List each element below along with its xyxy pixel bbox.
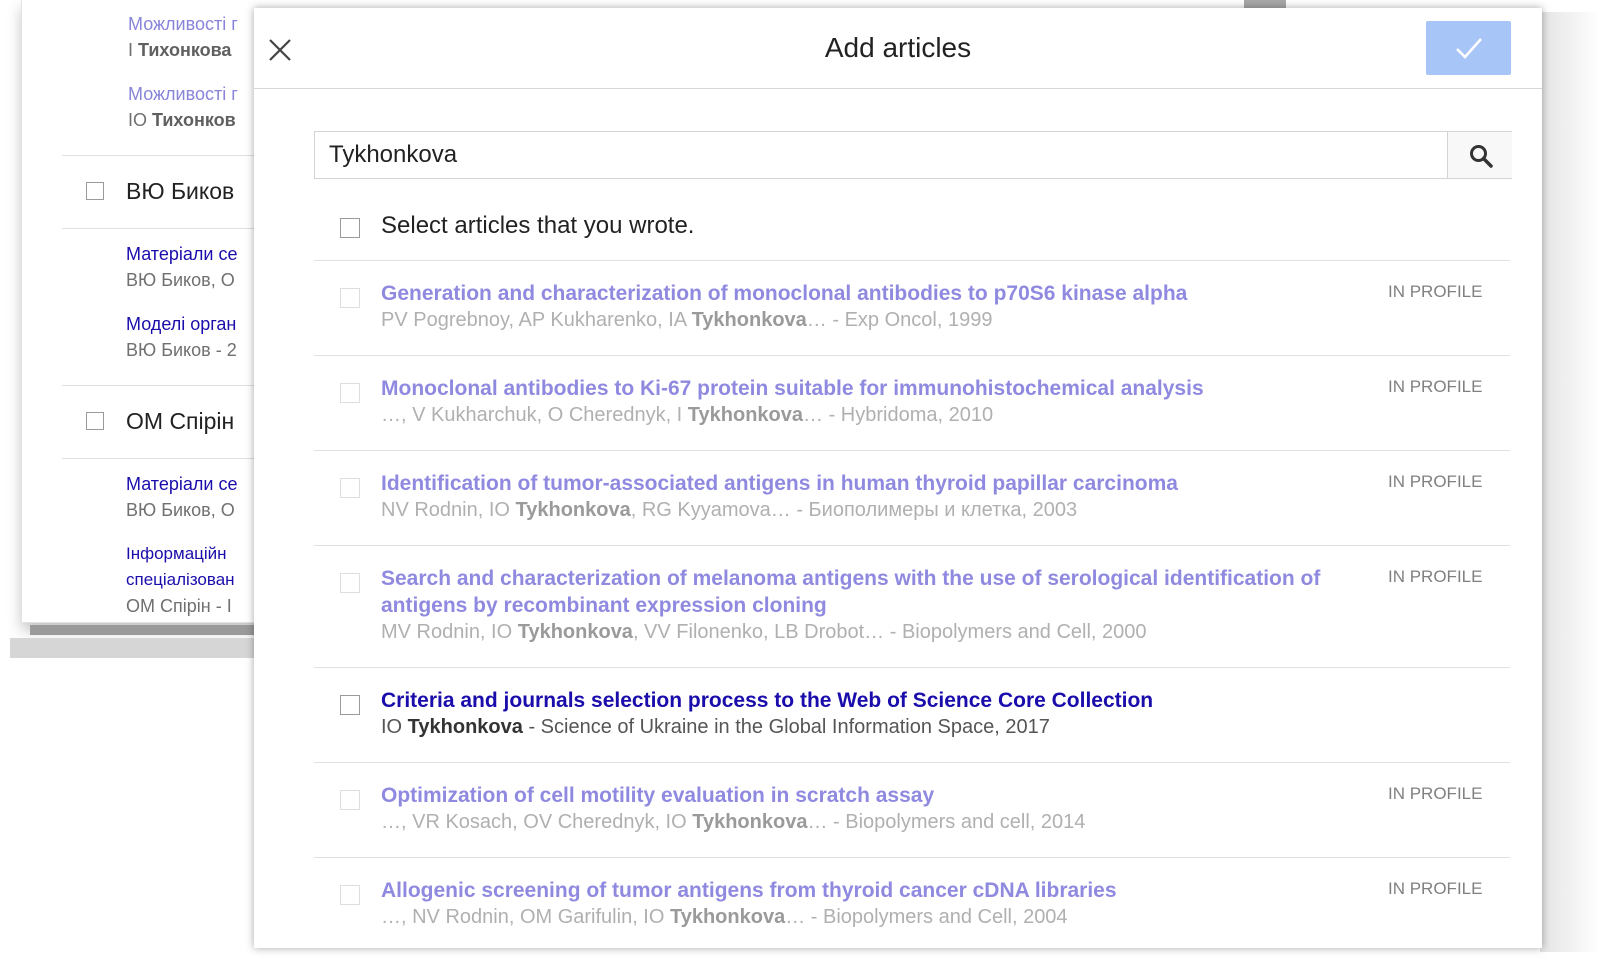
article-title[interactable]: Criteria and journals selection process … — [381, 687, 1371, 714]
in-profile-badge: IN PROFILE — [1388, 472, 1483, 491]
article-authors: NV Rodnin, IO Tykhonkova, RG Kyyamova… -… — [381, 499, 1078, 521]
in-profile-badge: IN PROFILE — [1388, 377, 1483, 396]
article-row: Allogenic screening of tumor antigens fr… — [314, 858, 1510, 948]
bg-author-group: ОМ Спірін — [62, 385, 262, 459]
bg-author-group: ВЮ Биков — [62, 155, 262, 229]
article-checkbox[interactable] — [340, 885, 360, 905]
article-title[interactable]: Allogenic screening of tumor antigens fr… — [381, 877, 1371, 904]
in-profile-badge: IN PROFILE — [1388, 784, 1483, 803]
search-button[interactable] — [1447, 132, 1512, 178]
bg-article-title[interactable]: Матеріали се — [126, 244, 237, 265]
article-row: Generation and characterization of monoc… — [314, 261, 1510, 356]
article-row: Criteria and journals selection process … — [314, 668, 1510, 763]
in-profile-badge: IN PROFILE — [1388, 282, 1483, 301]
article-authors: MV Rodnin, IO Tykhonkova, VV Filonenko, … — [381, 621, 1147, 643]
bg-article-title[interactable]: Моделі орган — [126, 314, 236, 335]
bg-article-authors: ІО Тихонков — [128, 110, 236, 130]
bg-article-title[interactable]: Можливості г — [128, 84, 238, 105]
select-all-row: Select articles that you wrote. — [314, 204, 1510, 261]
bg-article-title[interactable]: спеціалізован — [126, 570, 235, 590]
search-box — [314, 131, 1512, 179]
bg-author-name: ОМ Спірін — [126, 408, 235, 434]
article-title[interactable]: Generation and characterization of monoc… — [381, 280, 1371, 307]
select-all-checkbox[interactable] — [340, 218, 360, 238]
done-button[interactable] — [1426, 21, 1511, 75]
add-articles-dialog: Add articles Select articles that you wr… — [254, 8, 1542, 948]
article-authors: …, V Kukharchuk, O Cherednyk, I Tykhonko… — [381, 404, 994, 426]
bg-article-authors: ВЮ Биков - 2 — [126, 340, 237, 360]
search-icon — [1470, 145, 1493, 168]
article-title[interactable]: Monoclonal antibodies to Ki-67 protein s… — [381, 375, 1371, 402]
article-authors: …, NV Rodnin, OM Garifulin, IO Tykhonkov… — [381, 906, 1068, 928]
bg-article-authors: ОМ Спірін - І — [126, 596, 232, 616]
article-authors: …, VR Kosach, OV Cherednyk, IO Tykhonkov… — [381, 811, 1086, 833]
bg-article-title[interactable]: Інформаційн — [126, 544, 227, 564]
article-checkbox[interactable] — [340, 478, 360, 498]
background-shadow — [30, 625, 260, 635]
in-profile-badge: IN PROFILE — [1388, 567, 1483, 586]
dialog-title: Add articles — [824, 32, 972, 63]
select-all-label: Select articles that you wrote. — [381, 212, 695, 239]
article-row: Search and characterization of melanoma … — [314, 546, 1510, 668]
article-authors: IO Tykhonkova - Science of Ukraine in th… — [381, 716, 1050, 738]
dialog-header: Add articles — [254, 8, 1542, 89]
background-decoration — [1540, 12, 1600, 952]
bg-article-authors: ВЮ Биков, О — [126, 270, 235, 290]
search-input[interactable] — [315, 132, 1463, 178]
checkmark-icon — [1456, 38, 1482, 59]
in-profile-badge: IN PROFILE — [1388, 879, 1483, 898]
article-checkbox[interactable] — [340, 288, 360, 308]
bg-author-checkbox[interactable] — [86, 182, 104, 200]
background-shadow — [10, 638, 270, 658]
article-row: Monoclonal antibodies to Ki-67 protein s… — [314, 356, 1510, 451]
article-checkbox[interactable] — [340, 573, 360, 593]
article-title[interactable]: Identification of tumor-associated antig… — [381, 470, 1371, 497]
bg-article-authors: І Тихонкова — [128, 40, 232, 60]
article-row: Optimization of cell motility evaluation… — [314, 763, 1510, 858]
bg-article-authors: ВЮ Биков, О — [126, 500, 235, 520]
article-title[interactable]: Search and characterization of melanoma … — [381, 565, 1371, 619]
bg-author-name: ВЮ Биков — [126, 178, 235, 204]
article-authors: PV Pogrebnoy, AP Kukharenko, IA Tykhonko… — [381, 309, 993, 331]
article-checkbox[interactable] — [340, 790, 360, 810]
article-checkbox[interactable] — [340, 383, 360, 403]
bg-author-checkbox[interactable] — [86, 412, 104, 430]
article-title[interactable]: Optimization of cell motility evaluation… — [381, 782, 1371, 809]
bg-article-title[interactable]: Матеріали се — [126, 474, 237, 495]
bg-article-title[interactable]: Можливості г — [128, 14, 238, 35]
article-row: Identification of tumor-associated antig… — [314, 451, 1510, 546]
article-checkbox[interactable] — [340, 695, 360, 715]
